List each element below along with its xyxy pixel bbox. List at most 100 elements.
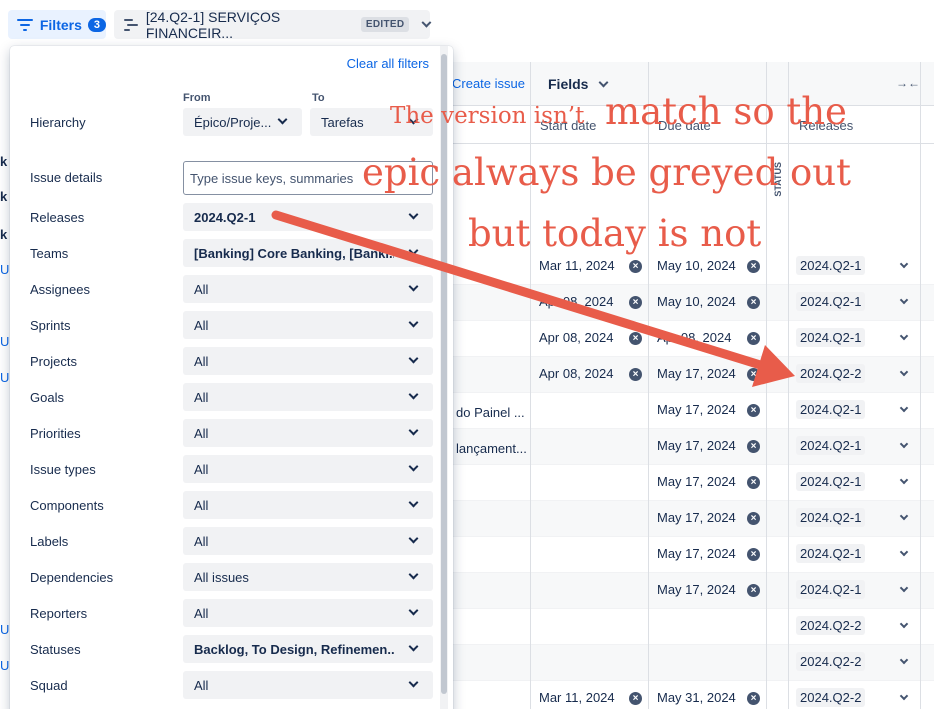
annotation-text-line1: match so the — [605, 90, 847, 133]
due-date-cell[interactable]: May 17, 2024 — [657, 438, 736, 453]
squad-value: All — [194, 678, 209, 693]
clear-date-icon[interactable]: × — [747, 260, 760, 273]
components-select[interactable]: All — [183, 491, 433, 519]
table-row[interactable]: May 17, 2024 × 2024.Q2-1 — [440, 573, 934, 609]
chevron-down-icon[interactable] — [899, 547, 909, 557]
table-row[interactable]: 2024.Q2-2 — [440, 609, 934, 645]
clear-date-icon[interactable]: × — [747, 404, 760, 417]
table-row[interactable]: Apr 08, 2024 × Apr 08, 2024 × 2024.Q2-1 — [440, 321, 934, 357]
clear-all-filters-link[interactable]: Clear all filters — [347, 56, 429, 71]
chevron-down-icon — [408, 209, 419, 220]
start-date-cell[interactable]: Mar 11, 2024 — [539, 690, 615, 705]
left-fragment: U — [0, 658, 10, 673]
start-date-cell[interactable]: Apr 08, 2024 — [539, 330, 613, 345]
clear-date-icon[interactable]: × — [747, 296, 760, 309]
table-row[interactable]: Apr 08, 2024 × May 10, 2024 × 2024.Q2-1 — [440, 285, 934, 321]
release-cell[interactable]: 2024.Q2-1 — [796, 580, 866, 599]
release-cell[interactable]: 2024.Q2-1 — [796, 472, 866, 491]
due-date-cell[interactable]: May 17, 2024 — [657, 366, 736, 381]
create-issue-link[interactable]: Create issue — [452, 76, 525, 91]
table-row[interactable]: Apr 08, 2024 × May 17, 2024 × 2024.Q2-2 — [440, 357, 934, 393]
due-date-cell[interactable]: May 10, 2024 — [657, 294, 736, 309]
table-row[interactable]: 2024.Q2-2 — [440, 645, 934, 681]
partial-summary: lançament... — [456, 441, 527, 456]
filters-button[interactable]: Filters 3 — [8, 10, 106, 39]
chevron-down-icon[interactable] — [899, 511, 909, 521]
chevron-down-icon[interactable] — [899, 403, 909, 413]
reporters-select[interactable]: All — [183, 599, 433, 627]
panel-scrollbar[interactable] — [440, 46, 448, 709]
labels-select[interactable]: All — [183, 527, 433, 555]
statuses-label: Statuses — [30, 642, 81, 657]
squad-select[interactable]: All — [183, 671, 433, 699]
plan-selector[interactable]: [24.Q2-1] SERVIÇOS FINANCEIR... EDITED — [114, 9, 432, 41]
column-divider — [920, 62, 921, 709]
release-cell[interactable]: 2024.Q2-1 — [796, 544, 866, 563]
release-cell[interactable]: 2024.Q2-2 — [796, 616, 866, 635]
clear-date-icon[interactable]: × — [747, 332, 760, 345]
clear-date-icon[interactable]: × — [747, 440, 760, 453]
goals-select[interactable]: All — [183, 383, 433, 411]
chevron-down-icon[interactable] — [899, 295, 909, 305]
table-row[interactable]: Mar 11, 2024 × May 31, 2024 × 2024.Q2-2 — [440, 681, 934, 709]
release-cell[interactable]: 2024.Q2-1 — [796, 292, 866, 311]
clear-date-icon[interactable]: × — [629, 296, 642, 309]
chevron-down-icon[interactable] — [899, 475, 909, 485]
release-cell[interactable]: 2024.Q2-1 — [796, 436, 866, 455]
release-cell[interactable]: 2024.Q2-1 — [796, 508, 866, 527]
clear-date-icon[interactable]: × — [629, 260, 642, 273]
table-row[interactable]: May 17, 2024 × 2024.Q2-1 — [440, 501, 934, 537]
due-date-cell[interactable]: May 17, 2024 — [657, 402, 736, 417]
collapse-arrows-icon[interactable]: →← — [896, 76, 920, 90]
releases-select[interactable]: 2024.Q2-1 — [183, 203, 433, 231]
chevron-down-icon[interactable] — [899, 655, 909, 665]
chevron-down-icon[interactable] — [899, 259, 909, 269]
clear-date-icon[interactable]: × — [629, 692, 642, 705]
hierarchy-from-select[interactable]: Épico/Proje... — [183, 108, 302, 136]
due-date-cell[interactable]: May 31, 2024 — [657, 690, 736, 705]
edited-badge: EDITED — [360, 17, 410, 32]
from-label: From — [183, 92, 211, 104]
due-date-cell[interactable]: May 17, 2024 — [657, 546, 736, 561]
chevron-down-icon[interactable] — [899, 619, 909, 629]
chevron-down-icon[interactable] — [899, 439, 909, 449]
table-row[interactable]: May 17, 2024 × 2024.Q2-1 — [440, 465, 934, 501]
due-date-cell[interactable]: May 17, 2024 — [657, 474, 736, 489]
clear-date-icon[interactable]: × — [747, 584, 760, 597]
chevron-down-icon[interactable] — [899, 331, 909, 341]
due-date-cell[interactable]: Apr 08, 2024 — [657, 330, 731, 345]
due-date-cell[interactable]: May 17, 2024 — [657, 510, 736, 525]
scrollbar-thumb[interactable] — [441, 54, 447, 694]
chevron-down-icon[interactable] — [899, 691, 909, 701]
start-date-cell[interactable]: Apr 08, 2024 — [539, 294, 613, 309]
assignees-select[interactable]: All — [183, 275, 433, 303]
due-date-cell[interactable]: May 10, 2024 — [657, 258, 736, 273]
release-cell[interactable]: 2024.Q2-1 — [796, 256, 866, 275]
table-row[interactable]: May 17, 2024 × 2024.Q2-1 — [440, 537, 934, 573]
chevron-down-icon[interactable] — [899, 583, 909, 593]
fields-dropdown[interactable]: Fields — [548, 76, 609, 92]
chevron-down-icon[interactable] — [899, 367, 909, 377]
clear-date-icon[interactable]: × — [629, 332, 642, 345]
sprints-select[interactable]: All — [183, 311, 433, 339]
clear-date-icon[interactable]: × — [629, 368, 642, 381]
release-cell[interactable]: 2024.Q2-2 — [796, 688, 866, 707]
statuses-select[interactable]: Backlog, To Design, Refinemen... — [183, 635, 433, 663]
clear-date-icon[interactable]: × — [747, 476, 760, 489]
issue-types-select[interactable]: All — [183, 455, 433, 483]
release-cell[interactable]: 2024.Q2-1 — [796, 400, 866, 419]
projects-select[interactable]: All — [183, 347, 433, 375]
due-date-cell[interactable]: May 17, 2024 — [657, 582, 736, 597]
clear-date-icon[interactable]: × — [747, 512, 760, 525]
teams-select[interactable]: [Banking] Core Banking, [Banki... — [183, 239, 433, 267]
release-cell[interactable]: 2024.Q2-2 — [796, 364, 866, 383]
dependencies-select[interactable]: All issues — [183, 563, 433, 591]
clear-date-icon[interactable]: × — [747, 692, 760, 705]
clear-date-icon[interactable]: × — [747, 368, 760, 381]
priorities-select[interactable]: All — [183, 419, 433, 447]
start-date-cell[interactable]: Apr 08, 2024 — [539, 366, 613, 381]
start-date-cell[interactable]: Mar 11, 2024 — [539, 258, 615, 273]
release-cell[interactable]: 2024.Q2-2 — [796, 652, 866, 671]
clear-date-icon[interactable]: × — [747, 548, 760, 561]
release-cell[interactable]: 2024.Q2-1 — [796, 328, 866, 347]
